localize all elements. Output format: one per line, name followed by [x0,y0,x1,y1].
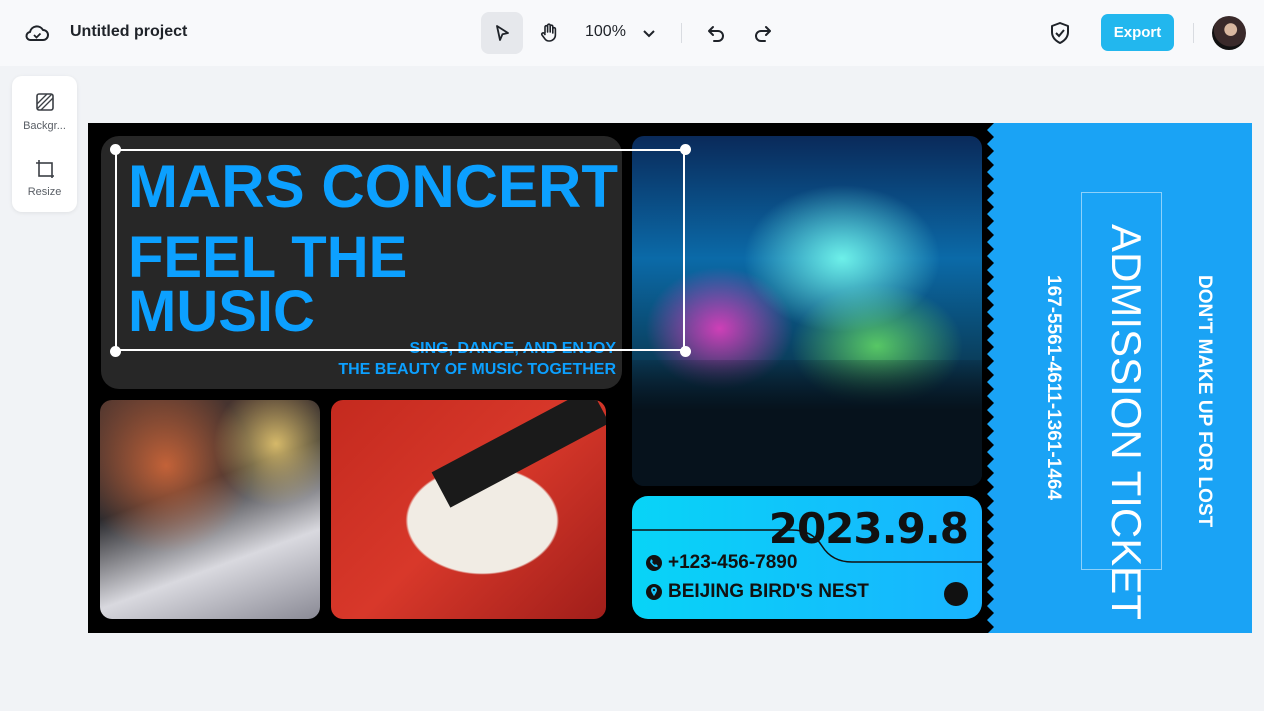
resize-handle-bl[interactable] [110,346,121,357]
resize-handle-br[interactable] [680,346,691,357]
event-date[interactable]: 2023.9.8 [769,504,969,553]
hand-tool-button[interactable] [528,12,570,54]
select-tool-button[interactable] [481,12,523,54]
chevron-down-icon[interactable] [640,24,658,42]
hand-icon [541,23,557,42]
location-pin-icon [646,584,662,600]
resize-handle-tl[interactable] [110,144,121,155]
ticket-stub[interactable]: 167-5561-4611-1361-1464 ADMISSION TICKET… [994,123,1252,633]
crowd-silhouette [632,360,982,486]
user-avatar[interactable] [1212,16,1246,50]
phone-icon [646,555,662,571]
export-button[interactable]: Export [1101,14,1174,51]
decorative-dot [944,582,968,606]
ticket-slogan[interactable]: DON'T MAKE UP FOR LOST [1193,275,1215,527]
tagline-line-2[interactable]: THE BEAUTY OF MUSIC TOGETHER [338,361,616,379]
ticket-number[interactable]: 167-5561-4611-1361-1464 [1042,275,1064,500]
guitar-photo[interactable] [331,400,606,619]
event-info-card[interactable]: 2023.9.8 +123-456-7890 BEIJING BIRD'S NE… [632,496,982,619]
shield-check-icon[interactable] [1049,21,1071,45]
background-icon[interactable] [35,92,55,112]
sidebar-item-resize[interactable]: Resize [12,186,77,198]
cursor-icon [496,25,509,41]
cloud-icon[interactable] [24,21,50,45]
venue-name: BEIJING BIRD'S NEST [668,581,869,602]
left-side-panel: Backgr... Resize [12,76,77,212]
venue-line[interactable]: BEIJING BIRD'S NEST [646,581,869,603]
phone-number: +123-456-7890 [668,552,798,573]
undo-icon[interactable] [705,22,727,44]
top-toolbar: Untitled project 100% Export [0,0,1264,66]
divider [681,23,682,43]
design-canvas[interactable]: MARS CONCERT FEEL THE MUSIC SING, DANCE,… [88,123,1252,633]
zoom-level[interactable]: 100% [585,23,626,41]
resize-handle-tr[interactable] [680,144,691,155]
guitar-neck [431,400,606,508]
phone-line[interactable]: +123-456-7890 [646,552,797,574]
ticket-title[interactable]: ADMISSION TICKET [1102,224,1150,620]
mixing-console-photo[interactable] [100,400,320,619]
resize-icon[interactable] [35,159,55,179]
sidebar-item-background[interactable]: Backgr... [12,120,77,132]
project-title[interactable]: Untitled project [70,23,187,41]
selection-box[interactable] [115,149,685,351]
redo-icon[interactable] [752,22,774,44]
divider [1193,23,1194,43]
